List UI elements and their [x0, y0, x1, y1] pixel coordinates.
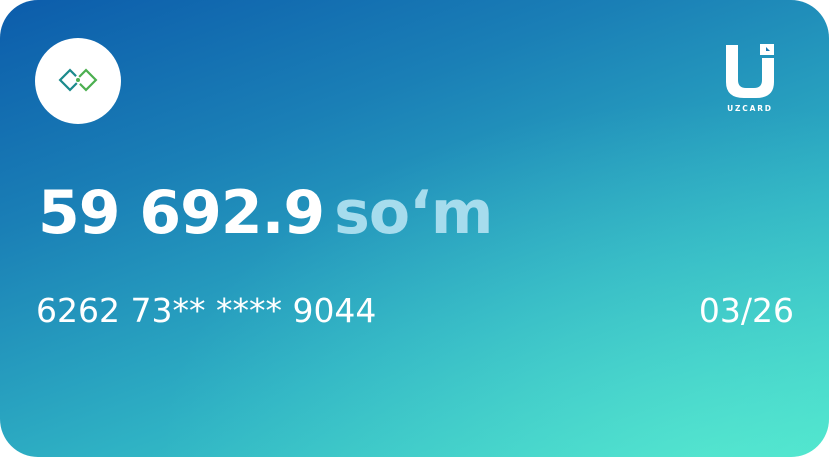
uzcard-brand-text: UZCARD — [727, 104, 773, 113]
uzcard-logo: UZCARD — [721, 42, 779, 118]
bank-logo — [35, 38, 121, 124]
bank-diamond-icon — [58, 68, 98, 92]
balance-amount: 59 692.9 — [38, 178, 325, 248]
card-number: 6262 73** **** 9044 — [36, 291, 377, 330]
uzcard-u-icon — [726, 44, 774, 98]
card-balance: 59 692.9 so‘m — [38, 178, 493, 248]
balance-currency: so‘m — [334, 178, 493, 248]
card-expiry: 03/26 — [698, 291, 794, 330]
bank-card[interactable]: UZCARD 59 692.9 so‘m 6262 73** **** 9044 … — [0, 0, 829, 457]
